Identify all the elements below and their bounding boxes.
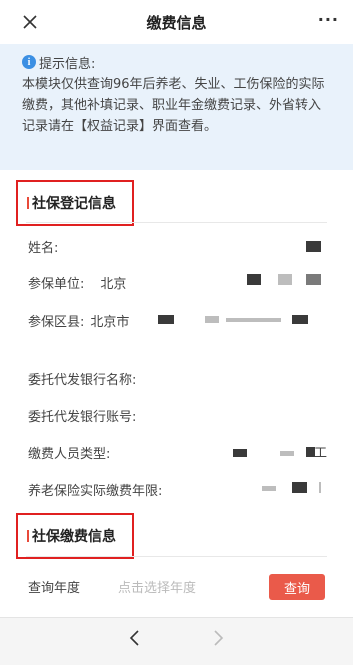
redacted-block (247, 274, 261, 285)
info-icon: i (22, 55, 36, 69)
notice-text: 本模块仅供查询96年后养老、失业、工伤保险的实际缴费，其他补填记录、职业年金缴费… (22, 77, 325, 134)
redacted-block (226, 318, 281, 322)
bank-account-row: 委托代发银行账号: (28, 404, 328, 426)
district-value: 北京市 (90, 314, 130, 330)
pension-years-label: 养老保险实际缴费年限: (28, 483, 163, 499)
name-row: 姓名: (28, 235, 328, 257)
back-button[interactable] (128, 628, 140, 652)
chevron-right-icon (214, 630, 224, 646)
payer-type-label: 缴费人员类型: (28, 446, 111, 462)
pension-years-row: 养老保险实际缴费年限: (28, 478, 328, 500)
redacted-block (306, 274, 321, 285)
redacted-block (306, 241, 321, 252)
close-icon (23, 15, 37, 29)
district-row: 参保区县: 北京市 (28, 309, 328, 331)
top-navbar: 缴费信息 ··· (0, 0, 353, 44)
chevron-left-icon (129, 630, 139, 646)
district-label: 参保区县: (28, 314, 85, 330)
query-button[interactable]: 查询 (269, 574, 325, 600)
notice-header: i 提示信息: (22, 52, 331, 72)
registration-section-header: 社保登记信息 (16, 180, 134, 226)
unit-value: 北京 (100, 276, 127, 292)
redacted-block (319, 482, 321, 493)
query-year-label: 查询年度 (28, 581, 81, 596)
payment-section-header: 社保缴费信息 (16, 513, 134, 559)
page-title: 缴费信息 (146, 13, 207, 32)
redacted-block (280, 451, 294, 456)
close-button[interactable] (16, 8, 44, 36)
name-label: 姓名: (28, 240, 59, 256)
redacted-block (205, 316, 219, 323)
notice-label: 提示信息: (39, 56, 96, 72)
forward-button[interactable] (213, 628, 225, 652)
divider (26, 222, 327, 223)
registration-section-title: 社保登记信息 (32, 196, 116, 212)
payment-section-title: 社保缴费信息 (32, 529, 116, 545)
bottom-nav-bar (0, 617, 353, 665)
notice-panel: i 提示信息: 本模块仅供查询96年后养老、失业、工伤保险的实际缴费，其他补填记… (0, 44, 353, 170)
bank-account-label: 委托代发银行账号: (28, 409, 137, 425)
unit-label: 参保单位: (28, 276, 85, 292)
section-marker (27, 197, 29, 209)
bank-name-label: 委托代发银行名称: (28, 372, 137, 388)
section-marker (27, 530, 29, 542)
redacted-block (292, 482, 307, 493)
divider (26, 556, 327, 557)
redacted-block (158, 315, 174, 324)
redacted-block (262, 486, 276, 491)
redacted-block (233, 449, 247, 457)
query-year-selector[interactable]: 点击选择年度 (118, 577, 196, 596)
redacted-block (278, 274, 292, 285)
payer-type-value: 工 (314, 446, 328, 461)
more-options-button[interactable]: ··· (318, 10, 339, 29)
bank-name-row: 委托代发银行名称: (28, 367, 328, 389)
redacted-block (292, 315, 308, 324)
